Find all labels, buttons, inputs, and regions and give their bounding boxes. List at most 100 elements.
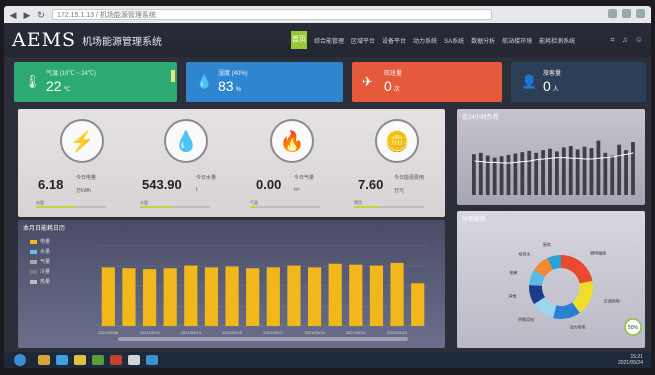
kpi-label: 旅客量	[543, 71, 562, 77]
bell-icon[interactable]: ♫	[622, 35, 628, 45]
menu-item[interactable]: 数据分析	[471, 36, 495, 45]
gas-value: 0.00	[256, 177, 282, 192]
daily-energy-bar[interactable]	[246, 268, 260, 326]
user-icon[interactable]: ☺	[635, 35, 643, 45]
home-button[interactable]: 首页	[291, 31, 307, 49]
back-icon[interactable]: ◀	[8, 10, 18, 20]
start-button[interactable]	[14, 354, 26, 366]
load-bar	[499, 156, 504, 195]
lightning-icon: ⚡	[60, 119, 104, 163]
window-icon[interactable]	[128, 355, 140, 365]
daily-energy-bar[interactable]	[287, 265, 301, 326]
person-icon: 👤	[521, 74, 538, 89]
slice-label: 其他	[508, 292, 516, 298]
app-header: AEMS 机场能源管理系统 首页 综合能管理 区域平台 设备平台 动力系统 SA…	[4, 23, 651, 57]
browser-icon[interactable]	[56, 355, 68, 365]
water-drop-icon: 💧	[164, 119, 208, 163]
clock: 15:21 2021/05/24	[617, 354, 643, 366]
address-bar[interactable]: 172.15.1.13 / 机场能源管理系统	[52, 9, 492, 20]
app-icon[interactable]	[92, 355, 104, 365]
cost-unit: 万元	[394, 188, 405, 194]
forward-icon[interactable]: ▶	[22, 10, 32, 20]
passengers-card[interactable]: 👤 旅客量 0人	[511, 62, 646, 102]
flights-card[interactable]: ✈ 航班量 0次	[352, 62, 502, 102]
gas-progress	[250, 206, 320, 208]
load-bar	[492, 157, 497, 195]
os-taskbar: 15:21 2021/05/24	[4, 352, 651, 368]
x-tick-label: 2021/05/17	[263, 330, 284, 335]
header-icons: ⌗ ♫ ☺	[610, 35, 643, 45]
electricity-unit: 万kWh	[76, 188, 92, 194]
flame-icon: 🔥	[270, 119, 314, 163]
menu-item[interactable]: 区域平台	[351, 36, 375, 45]
extension-icon[interactable]	[622, 9, 631, 18]
menu-item[interactable]: 综合能管理	[314, 36, 344, 45]
daily-energy-bar[interactable]	[101, 267, 115, 326]
sub-item-donut-chart: 照明插座空调用电动力用电 特殊用电 其他 电梯 给排水 厨房 50%	[508, 241, 642, 336]
browser-tools	[608, 9, 645, 18]
slice-label: 动力用电	[570, 323, 586, 329]
load-bar	[506, 154, 511, 195]
menu-item[interactable]: 能耗检测系统	[539, 36, 575, 45]
menu-icon[interactable]	[636, 9, 645, 18]
daily-energy-bar[interactable]	[142, 269, 157, 326]
slice-label: 空调用电	[604, 297, 620, 303]
daily-energy-bar[interactable]	[411, 283, 425, 326]
explorer-icon[interactable]	[146, 355, 158, 365]
kpi-label: 航班量	[384, 71, 403, 77]
folder-icon[interactable]	[38, 355, 50, 365]
water-value: 543.90	[142, 177, 182, 192]
load-bar	[617, 144, 622, 195]
load-trend-panel: 近24小时负荷	[457, 109, 645, 205]
kpi-label: 湿度 (40%)	[218, 71, 248, 77]
reload-icon[interactable]: ↻	[36, 10, 46, 20]
slice-label: 给排水	[519, 250, 531, 256]
menu-item[interactable]: 航站楼环境	[502, 36, 532, 45]
menu-item[interactable]: 动力系统	[413, 36, 437, 45]
daily-energy-bar[interactable]	[266, 267, 280, 326]
load-bar	[520, 152, 525, 195]
daily-energy-bar[interactable]	[184, 265, 198, 326]
monitor-screen: ◀ ▶ ↻ 172.15.1.13 / 机场能源管理系统 AEMS 机场能源管理…	[4, 6, 651, 368]
daily-energy-bar[interactable]	[369, 265, 384, 326]
menu-item[interactable]: SA系统	[444, 36, 464, 45]
load-bar	[472, 154, 476, 195]
humidity-card[interactable]: 💧 湿度 (40%) 83%	[186, 62, 343, 102]
electricity-progress	[36, 206, 106, 208]
sub-item-energy-panel: 分项能耗 照明插座 空调用电 动力用电 特殊用电 其他 电梯 给排水 厨房 50%	[457, 211, 645, 348]
load-bar	[561, 147, 566, 195]
cost-progress	[354, 206, 424, 208]
load-bar	[631, 141, 635, 195]
daily-energy-bar[interactable]	[122, 268, 136, 326]
temperature-card[interactable]: 🌡 气温 (10℃ ~ 24℃) 22 ℃	[14, 62, 177, 102]
daily-energy-bar[interactable]	[390, 262, 404, 326]
airplane-icon: ✈	[362, 74, 373, 89]
zoom-slider[interactable]	[118, 337, 408, 341]
daily-energy-bar[interactable]	[204, 267, 219, 326]
load-bar	[513, 153, 518, 195]
chrome-icon[interactable]	[74, 355, 86, 365]
daily-energy-bar[interactable]	[225, 266, 239, 326]
daily-energy-bar[interactable]	[307, 267, 322, 326]
x-tick-label: 2021/05/08	[98, 330, 119, 335]
donut-slice[interactable]	[561, 255, 593, 284]
chart-icon[interactable]: ⌗	[610, 35, 615, 45]
system-name: 机场能源管理系统	[82, 36, 163, 48]
load-bar	[485, 155, 490, 195]
daily-energy-bar[interactable]	[349, 264, 363, 326]
kpi-label: 气温 (10℃ ~ 24℃)	[46, 71, 96, 77]
load-trend-chart	[472, 140, 635, 195]
menu-item[interactable]: 设备平台	[382, 36, 406, 45]
daily-energy-bar[interactable]	[163, 268, 177, 326]
load-bar	[603, 152, 608, 195]
kpi-value: 22 ℃	[46, 78, 71, 94]
daily-energy-bar[interactable]	[328, 263, 342, 326]
office-icon[interactable]	[110, 355, 122, 365]
load-bar	[624, 150, 628, 195]
kpi-value: 0人	[543, 78, 559, 94]
percent-badge-label: 50%	[628, 325, 639, 331]
main-menu: 综合能管理 区域平台 设备平台 动力系统 SA系统 数据分析 航站楼环境 能耗检…	[314, 36, 575, 45]
bookmark-icon[interactable]	[608, 9, 617, 18]
load-bar	[527, 150, 532, 195]
load-bar	[582, 146, 587, 195]
